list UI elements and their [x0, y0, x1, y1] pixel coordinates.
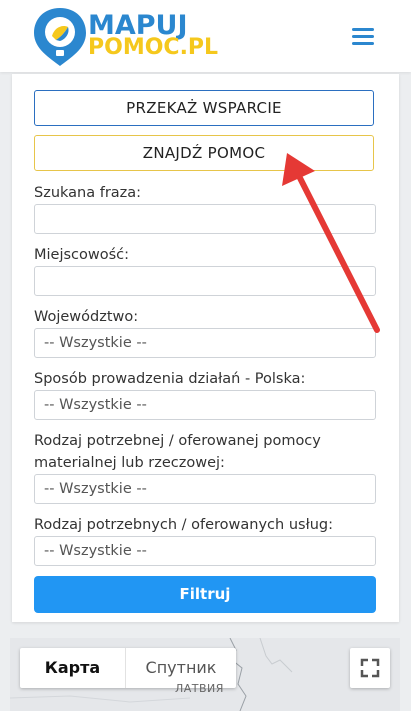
znajdz-pomoc-button[interactable]: ZNAJDŹ POMOC [34, 135, 374, 171]
services-label: Rodzaj potrzebnych / oferowanych usług: [34, 517, 333, 533]
material-select[interactable]: -- Wszystkie -- [34, 474, 376, 504]
city-label: Miejscowość: [34, 247, 130, 263]
fullscreen-glyph [360, 658, 380, 678]
map-pin-logo-icon [34, 8, 86, 66]
filter-button[interactable]: Filtruj [34, 576, 376, 613]
material-label-line1: Rodzaj potrzebnej / oferowanej pomocy [34, 433, 321, 449]
services-select[interactable]: -- Wszystkie -- [34, 536, 376, 566]
hamburger-menu-icon[interactable] [350, 24, 378, 50]
map-place-label: ЛАТВИЯ [175, 682, 224, 695]
material-label-line2: materialnej lub rzeczowej: [34, 455, 225, 471]
city-input[interactable] [34, 266, 376, 296]
map-area[interactable]: Карта Спутник ЛАТВИЯ [10, 638, 400, 711]
fullscreen-icon[interactable] [350, 648, 390, 688]
mode-label: Sposób prowadzenia działań - Polska: [34, 371, 306, 387]
voivodeship-label: Województwo: [34, 309, 139, 325]
voivodeship-select[interactable]: -- Wszystkie -- [34, 328, 376, 358]
logo-text-pomoc: POMOC.PL [88, 35, 219, 60]
site-header: MAPUJ POMOC.PL [0, 0, 411, 72]
search-panel: PRZEKAŻ WSPARCIE ZNAJDŹ POMOC Szukana fr… [12, 74, 399, 622]
phrase-input[interactable] [34, 204, 376, 234]
map-tab-map[interactable]: Карта [20, 648, 126, 688]
phrase-label: Szukana fraza: [34, 185, 142, 201]
przekaz-wsparcie-button[interactable]: PRZEKAŻ WSPARCIE [34, 90, 374, 126]
mode-select[interactable]: -- Wszystkie -- [34, 390, 376, 420]
site-logo[interactable]: MAPUJ POMOC.PL [32, 6, 218, 68]
